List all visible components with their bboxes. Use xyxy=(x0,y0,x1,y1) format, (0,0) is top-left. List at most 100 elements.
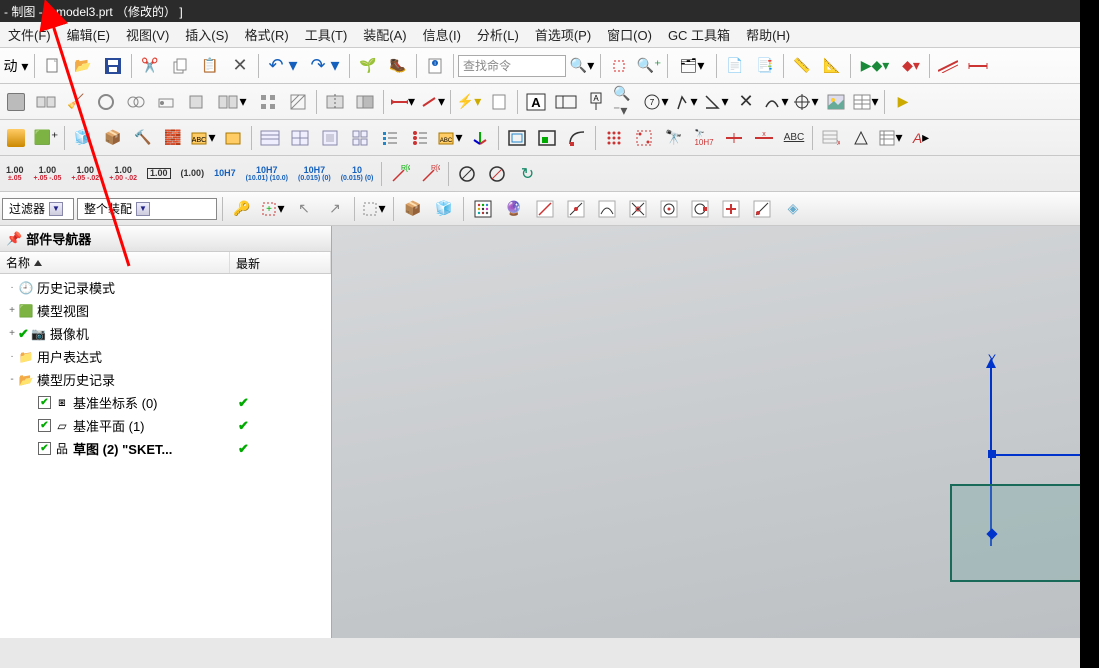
dim-h7-1[interactable]: 10H7 xyxy=(210,166,240,181)
red-cross-h[interactable] xyxy=(720,124,748,152)
dim-tol-3[interactable]: 1.00+.05 -.02 xyxy=(67,163,103,185)
gdnt-tool[interactable] xyxy=(552,88,580,116)
filter-combo[interactable]: 过滤器▼ xyxy=(2,198,74,220)
undo-button[interactable]: ↶ ▾ xyxy=(263,52,303,80)
redo-button[interactable]: ↷ ▾ xyxy=(305,52,345,80)
menu-analysis[interactable]: 分析(L) xyxy=(471,23,525,46)
pattern-tool[interactable] xyxy=(254,88,282,116)
new-button[interactable] xyxy=(39,52,67,80)
search-run[interactable]: 🔍▾ xyxy=(568,52,596,80)
table-1[interactable] xyxy=(256,124,284,152)
table-2[interactable] xyxy=(286,124,314,152)
snap-arc[interactable] xyxy=(593,195,621,223)
menu-help[interactable]: 帮助(H) xyxy=(740,23,796,46)
checkbox[interactable]: ✔ xyxy=(38,419,51,432)
checkbox[interactable]: ✔ xyxy=(38,442,51,455)
tree-row-datum-csys[interactable]: ✔⧆基准坐标系 (0)✔ xyxy=(0,391,331,414)
shape-tool-2[interactable] xyxy=(122,88,150,116)
expander-icon[interactable]: + xyxy=(6,305,18,316)
refresh-tool[interactable]: ↻ xyxy=(513,160,541,188)
sel-box3d-blue[interactable]: 🧊 xyxy=(430,195,458,223)
dim-tol-4[interactable]: 1.00+.00 -.02 xyxy=(105,163,141,185)
copy-button[interactable] xyxy=(166,52,194,80)
frame-1[interactable] xyxy=(503,124,531,152)
layer-button[interactable]: 🗂▾ xyxy=(672,52,712,80)
info-button[interactable]: i xyxy=(421,52,449,80)
table-tool[interactable]: ▾ xyxy=(852,88,880,116)
solid-5[interactable]: ABC▾ xyxy=(189,124,217,152)
expander-icon[interactable]: + xyxy=(6,328,18,339)
model-block-green[interactable]: 🟩⁺ xyxy=(32,124,60,152)
frame-3[interactable] xyxy=(563,124,591,152)
red-measure-x[interactable]: x xyxy=(750,124,778,152)
hatch-tool[interactable] xyxy=(284,88,312,116)
table-4[interactable] xyxy=(346,124,374,152)
solid-4[interactable]: 🧱 xyxy=(159,124,187,152)
graphics-viewport[interactable]: Y xyxy=(332,226,1080,638)
menu-tools[interactable]: 工具(T) xyxy=(299,23,354,46)
command-search[interactable]: 查找命令 xyxy=(458,55,566,77)
tree-view[interactable]: ·🕘历史记录模式+🟩模型视图+✔📷摄像机·📁用户表达式-📂模型历史记录✔⧆基准坐… xyxy=(0,274,331,638)
dim-h7-3[interactable]: 10H7(0.015) (0) xyxy=(294,163,335,185)
measure-dist[interactable]: 📏 xyxy=(788,52,816,80)
frame-2[interactable] xyxy=(533,124,561,152)
solid-3[interactable]: 🔨 xyxy=(129,124,157,152)
diam-2[interactable] xyxy=(483,160,511,188)
paste-button[interactable]: 📋 xyxy=(196,52,224,80)
table-3[interactable] xyxy=(316,124,344,152)
zoom-out[interactable]: 🔍⁻▾ xyxy=(612,88,640,116)
snap-ball[interactable]: 🔮 xyxy=(500,195,528,223)
angle-tool[interactable]: ▾ xyxy=(702,88,730,116)
sel-arrow-2[interactable]: ↗ xyxy=(321,195,349,223)
menu-gc-toolbox[interactable]: GC 工具箱 xyxy=(662,23,736,46)
red-grid-2[interactable] xyxy=(630,124,658,152)
sheet-tool[interactable] xyxy=(485,88,513,116)
erase-tool[interactable]: 🧹 xyxy=(62,88,90,116)
snap-point[interactable] xyxy=(748,195,776,223)
dim-ref[interactable]: 1.00 xyxy=(177,166,209,181)
section-tool-2[interactable] xyxy=(351,88,379,116)
center-mark[interactable]: ▾ xyxy=(792,88,820,116)
image-tool[interactable] xyxy=(822,88,850,116)
dim-basic[interactable]: 1.00 xyxy=(143,165,175,182)
menu-info[interactable]: 信息(I) xyxy=(417,23,467,46)
shape-tool-5[interactable]: ▾ xyxy=(212,88,252,116)
binoculars-1[interactable]: 🔭 xyxy=(660,124,688,152)
yellow-tri-tool[interactable]: ▶ xyxy=(889,88,917,116)
grid-x[interactable]: x xyxy=(817,124,845,152)
snap-plus[interactable] xyxy=(717,195,745,223)
diam-1[interactable] xyxy=(453,160,481,188)
menu-insert[interactable]: 插入(S) xyxy=(179,23,234,46)
menu-file[interactable]: 文件(F) xyxy=(2,23,57,46)
fit-view[interactable] xyxy=(605,52,633,80)
lightning-tool[interactable]: ⚡▾ xyxy=(455,88,483,116)
menu-assembly[interactable]: 装配(A) xyxy=(357,23,412,46)
expander-icon[interactable]: · xyxy=(6,282,18,293)
save-button[interactable] xyxy=(99,52,127,80)
red-dim-2[interactable]: ▾ xyxy=(418,88,446,116)
dim-h7-4[interactable]: 10(0.015) (0) xyxy=(337,163,378,185)
red-dim-1[interactable]: ▾ xyxy=(388,88,416,116)
sketch-rectangle[interactable] xyxy=(950,484,1080,582)
red-hatch-1[interactable] xyxy=(934,52,962,80)
snap-ctr[interactable] xyxy=(655,195,683,223)
tree-row-sketch[interactable]: ✔品草图 (2) "SKET...✔ xyxy=(0,437,331,460)
transform-tool[interactable]: 🥾 xyxy=(384,52,412,80)
shape-tool-1[interactable] xyxy=(92,88,120,116)
spreadsheet-tool[interactable]: ▾ xyxy=(877,124,905,152)
scope-combo[interactable]: 整个装配▼ xyxy=(77,198,217,220)
tree-row-modelhist[interactable]: -📂模型历史记录 xyxy=(0,368,331,391)
tree-row-modelview[interactable]: +🟩模型视图 xyxy=(0,299,331,322)
measure-ang[interactable]: 📐 xyxy=(818,52,846,80)
cut-button[interactable]: ✂️ xyxy=(136,52,164,80)
dim-h7-2[interactable]: 10H7(10.01) (10.0) xyxy=(242,163,292,185)
expander-icon[interactable]: · xyxy=(6,351,18,362)
abc-block[interactable]: ABC▾ xyxy=(436,124,464,152)
sel-box3d[interactable]: 📦 xyxy=(399,195,427,223)
open-button[interactable]: 📂 xyxy=(69,52,97,80)
sel-key[interactable]: 🔑 xyxy=(228,195,256,223)
axis-tool[interactable] xyxy=(466,124,494,152)
filter-red[interactable]: ◆▾ xyxy=(897,52,925,80)
snap-grid[interactable] xyxy=(469,195,497,223)
binoculars-10h7[interactable]: 🔭10H7 xyxy=(690,124,718,152)
